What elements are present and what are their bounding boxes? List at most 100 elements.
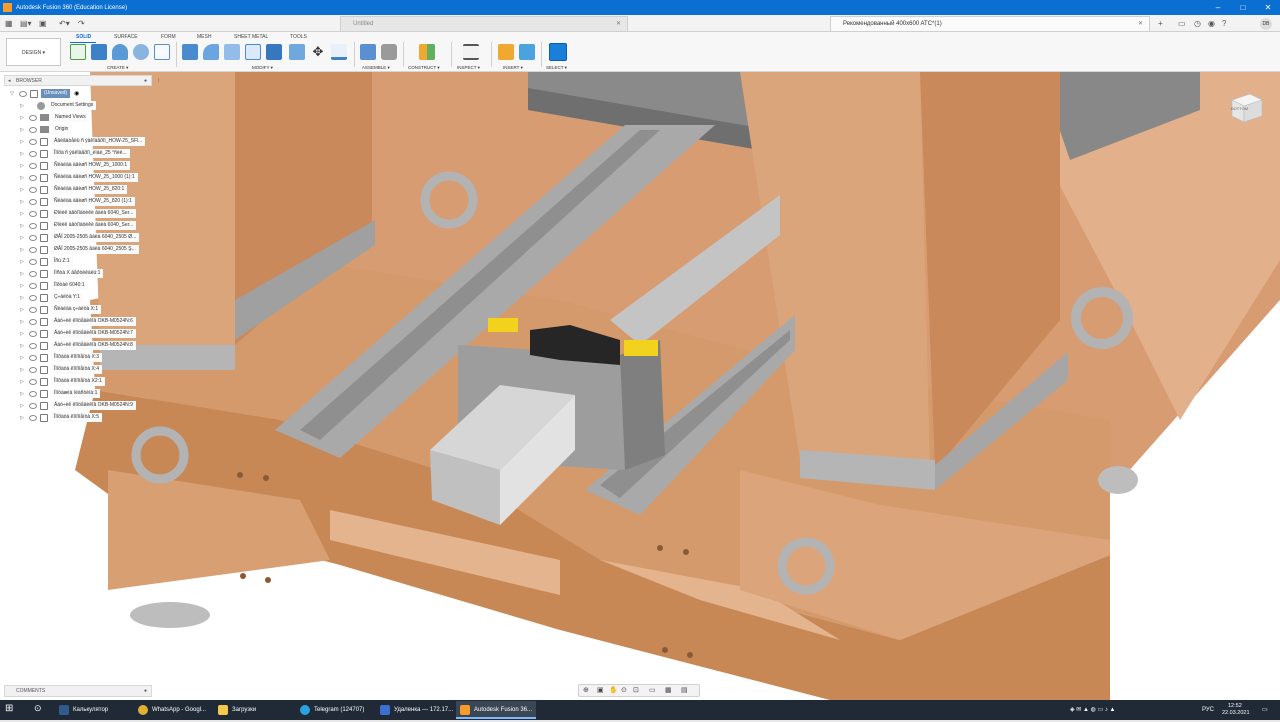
zoom-window-icon[interactable]: ⊡ (633, 686, 639, 694)
expand-arrow-icon[interactable]: ▷ (20, 199, 26, 205)
tray-icons[interactable]: ◈ ✉ ▲ ◍ ▭ ♪ ▲ (1070, 701, 1115, 719)
visibility-eye-icon[interactable] (29, 306, 37, 313)
taskbar-item-remote[interactable]: Удаленка — 172.17... (376, 701, 456, 719)
expand-arrow-icon[interactable]: ▽ (10, 91, 16, 97)
browser-tree-row[interactable]: ▷ Äàò÷èê êîíöåâèêîâ OKB-M0524N:7 (20, 328, 136, 339)
look-at-icon[interactable]: ▣ (597, 686, 604, 694)
notifications-icon[interactable]: ◉ (1208, 18, 1215, 29)
visibility-eye-icon[interactable] (29, 354, 37, 361)
start-icon[interactable]: ⊞ (5, 703, 13, 714)
insert-derive-icon[interactable] (498, 44, 514, 60)
browser-tree-row[interactable]: ▷ Äâèãàòåëü ñ ýäêîäåðîì_HOW-25_SFl... (20, 136, 146, 147)
browser-tree-row[interactable]: ▷ Ìîíòàæíà ïëàñòèíà:1 (20, 388, 101, 399)
measure-icon[interactable] (463, 44, 479, 60)
visibility-eye-icon[interactable] (29, 366, 37, 373)
visibility-eye-icon[interactable] (29, 258, 37, 265)
expand-arrow-icon[interactable]: ▷ (20, 247, 26, 253)
tab-surface[interactable]: SURFACE (114, 34, 138, 40)
visibility-eye-icon[interactable] (29, 402, 37, 409)
language-indicator[interactable]: РУС (1202, 701, 1214, 719)
press-pull-icon[interactable] (182, 44, 198, 60)
fillet-icon[interactable] (203, 44, 219, 60)
expand-arrow-icon[interactable]: ▷ (20, 115, 26, 121)
comments-panel-header[interactable]: COMMENTS ● (4, 685, 152, 697)
taskbar-item-fusion[interactable]: Autodesk Fusion 36... (456, 701, 536, 719)
expand-arrow-icon[interactable]: ▷ (20, 163, 26, 169)
activate-component-icon[interactable]: ◉ (74, 90, 79, 97)
browser-panel-header[interactable]: ◂ BROWSER ● ⁞ (4, 75, 159, 86)
joint-icon[interactable] (381, 44, 397, 60)
minimize-button[interactable]: – (1206, 0, 1230, 15)
tab-tools[interactable]: TOOLS (290, 34, 307, 40)
tab-mesh[interactable]: MESH (197, 34, 211, 40)
create-menu[interactable]: CREATE ▾ (107, 65, 128, 71)
browser-tree-row[interactable]: ▷ Ñëàéäà ç÷àëòà X:1 (20, 304, 102, 315)
select-arrow-icon[interactable] (549, 43, 567, 61)
browser-tree-row[interactable]: ▷ Îñü Z:1 (20, 256, 73, 267)
browser-tree-row[interactable]: ▷ Îïîðà ñ ýäêîäåðîì_èìáë_25 °ñèë... (20, 148, 130, 159)
visibility-eye-icon[interactable] (29, 318, 37, 325)
expand-arrow-icon[interactable]: ▷ (20, 175, 26, 181)
browser-tree-row[interactable]: ▷ Ñëàéäà àâèøñ HOW_25_820:1 (20, 184, 128, 195)
tab-form[interactable]: FORM (161, 34, 176, 40)
browser-tree-row[interactable]: ▽ (Unsaved) ◉ (10, 88, 79, 99)
expand-arrow-icon[interactable]: ▷ (20, 271, 26, 277)
clock-date[interactable]: 22.03.2021 (1222, 704, 1250, 722)
browser-tree-row[interactable]: ▷ ØÂÏ 2005-2505 âàëà 6040_2505 Ø... (20, 232, 140, 243)
visibility-eye-icon[interactable] (29, 210, 37, 217)
visibility-eye-icon[interactable] (29, 150, 37, 157)
visibility-eye-icon[interactable] (29, 414, 37, 421)
browser-tree-row[interactable]: ▷ Ðîëèê àâòîìàòèêè âàëà 6040_Ser... (20, 208, 137, 219)
visibility-eye-icon[interactable] (29, 390, 37, 397)
browser-tree-row[interactable]: ▷ Ñëàéäà àâèøñ HOW_25_820 (1):1 (20, 196, 135, 207)
modify-menu[interactable]: MODIFY ▾ (252, 65, 273, 71)
visibility-eye-icon[interactable] (29, 282, 37, 289)
inspect-menu[interactable]: INSPECT ▾ (457, 65, 480, 71)
visibility-eye-icon[interactable] (29, 246, 37, 253)
expand-arrow-icon[interactable]: ▷ (20, 235, 26, 241)
browser-tree-row[interactable]: ▷ Îïîðàòà êîìïîíåíòà X:5 (20, 412, 103, 423)
app-grid-icon[interactable]: ▦ (5, 18, 13, 29)
close-tab-icon[interactable]: ✕ (1138, 17, 1143, 31)
expand-arrow-icon[interactable]: ▷ (20, 343, 26, 349)
undo-icon[interactable]: ↶▾ (59, 18, 70, 29)
taskbar-item-explorer[interactable]: Загрузки (214, 701, 294, 719)
expand-arrow-icon[interactable]: ▷ (20, 283, 26, 289)
insert-canvas-icon[interactable] (519, 44, 535, 60)
viewports-icon[interactable]: ▤ (681, 686, 688, 694)
help-icon[interactable]: ? (1222, 18, 1226, 29)
expand-arrow-icon[interactable]: ▷ (20, 415, 26, 421)
pan-icon[interactable]: ✋ (609, 686, 618, 694)
maximize-button[interactable]: □ (1231, 0, 1255, 15)
move-copy-icon[interactable]: ✥ (310, 44, 326, 60)
expand-arrow-icon[interactable]: ▷ (20, 391, 26, 397)
extrude-icon[interactable] (91, 44, 107, 60)
tab-solid[interactable]: SOLID (76, 34, 91, 40)
browser-tree-row[interactable]: ▷ Ïîðòàë 6040:1 (20, 280, 88, 291)
visibility-eye-icon[interactable] (29, 198, 37, 205)
browser-tree-row[interactable]: ▷ Ñëàéäà àâèøñ HOW_25_1000 (1):1 (20, 172, 138, 183)
pattern-icon[interactable] (154, 44, 170, 60)
browser-tree-row[interactable]: ▷ Ñëàéäà àâèøñ HOW_25_1000:1 (20, 160, 131, 171)
visibility-eye-icon[interactable] (29, 186, 37, 193)
browser-tree-row[interactable]: ▷ Document Settings (20, 100, 97, 111)
visibility-eye-icon[interactable] (29, 138, 37, 145)
zoom-icon[interactable]: ⊙ (621, 686, 627, 694)
assemble-menu[interactable]: ASSEMBLE ▾ (362, 65, 390, 71)
workspace-switcher-button[interactable]: DESIGN ▾ (6, 38, 61, 66)
expand-arrow-icon[interactable]: ▷ (20, 295, 26, 301)
display-settings-icon[interactable]: ▭ (649, 686, 656, 694)
create-sketch-icon[interactable] (70, 44, 86, 60)
expand-arrow-icon[interactable]: ▷ (20, 319, 26, 325)
expand-arrow-icon[interactable]: ▷ (20, 331, 26, 337)
collapse-browser-icon[interactable]: ◂ (8, 76, 11, 86)
expand-arrow-icon[interactable]: ▷ (20, 307, 26, 313)
grid-snaps-icon[interactable]: ▦ (665, 686, 672, 694)
new-component-icon[interactable] (360, 44, 376, 60)
expand-arrow-icon[interactable]: ▷ (20, 259, 26, 265)
expand-arrow-icon[interactable]: ▷ (20, 355, 26, 361)
user-avatar[interactable]: DB (1260, 18, 1272, 30)
extensions-icon[interactable]: ▭ (1178, 18, 1186, 29)
expand-arrow-icon[interactable]: ▷ (20, 127, 26, 133)
browser-tree-row[interactable]: ▷ Ðîëèê àâòîìàòèêè âàëà 6040_Ser... (20, 220, 137, 231)
